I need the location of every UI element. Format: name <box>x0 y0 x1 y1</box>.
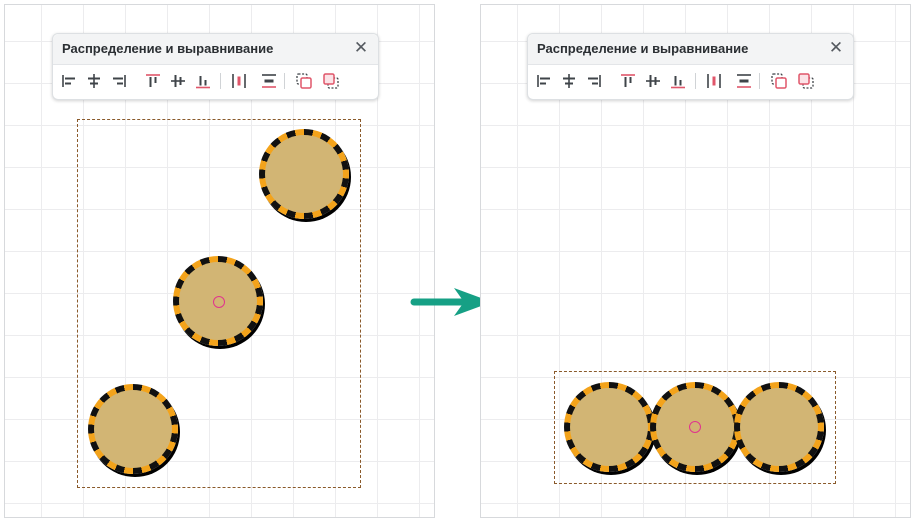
distribute-horizontal-button[interactable] <box>703 70 725 92</box>
distribute-horizontal-icon <box>228 70 250 92</box>
align-bottom-icon <box>667 70 689 92</box>
distribute-horizontal-button[interactable] <box>228 70 250 92</box>
panel-header: Распределение и выравнивание ✕ <box>528 34 853 65</box>
align-toolbar <box>58 70 378 92</box>
center-marker <box>689 421 701 433</box>
align-left-button[interactable] <box>533 70 555 92</box>
align-center-horizontal-button[interactable] <box>83 70 105 92</box>
align-bottom-icon <box>192 70 214 92</box>
align-center-horizontal-button[interactable] <box>558 70 580 92</box>
bring-forward-button[interactable] <box>768 70 790 92</box>
close-icon[interactable]: ✕ <box>827 39 845 57</box>
toolbar-separator <box>220 73 221 89</box>
align-left-icon <box>58 70 80 92</box>
align-toolbar <box>533 70 853 92</box>
align-middle-vertical-button[interactable] <box>167 70 189 92</box>
canvas-after[interactable]: Распределение и выравнивание ✕ <box>480 4 911 518</box>
panel-header: Распределение и выравнивание ✕ <box>53 34 378 65</box>
align-bottom-button[interactable] <box>192 70 214 92</box>
center-marker <box>213 296 225 308</box>
align-right-icon <box>108 70 130 92</box>
align-top-button[interactable] <box>617 70 639 92</box>
align-left-icon <box>533 70 555 92</box>
send-backward-icon <box>795 70 817 92</box>
align-distribute-panel: Распределение и выравнивание ✕ <box>52 33 379 100</box>
align-right-button[interactable] <box>108 70 130 92</box>
distribute-vertical-icon <box>258 70 280 92</box>
bring-forward-button[interactable] <box>293 70 315 92</box>
align-center-horizontal-icon <box>558 70 580 92</box>
circle-shape[interactable] <box>564 382 654 472</box>
circle-shape[interactable] <box>88 384 178 474</box>
close-icon[interactable]: ✕ <box>352 39 370 57</box>
align-middle-vertical-button[interactable] <box>642 70 664 92</box>
panel-title: Распределение и выравнивание <box>62 41 274 56</box>
toolbar-separator <box>284 73 285 89</box>
align-right-button[interactable] <box>583 70 605 92</box>
align-top-icon <box>617 70 639 92</box>
distribute-horizontal-icon <box>703 70 725 92</box>
bring-forward-icon <box>768 70 790 92</box>
circle-shape[interactable] <box>259 129 349 219</box>
align-distribute-panel: Распределение и выравнивание ✕ <box>527 33 854 100</box>
send-backward-icon <box>320 70 342 92</box>
align-top-button[interactable] <box>142 70 164 92</box>
align-center-horizontal-icon <box>83 70 105 92</box>
distribute-vertical-icon <box>733 70 755 92</box>
canvas-before[interactable]: Распределение и выравнивание ✕ <box>4 4 435 518</box>
circle-shape[interactable] <box>734 382 824 472</box>
panel-title: Распределение и выравнивание <box>537 41 749 56</box>
align-bottom-button[interactable] <box>667 70 689 92</box>
align-top-icon <box>142 70 164 92</box>
send-backward-button[interactable] <box>795 70 817 92</box>
send-backward-button[interactable] <box>320 70 342 92</box>
toolbar-separator <box>759 73 760 89</box>
distribute-vertical-button[interactable] <box>258 70 280 92</box>
align-left-button[interactable] <box>58 70 80 92</box>
toolbar-separator <box>695 73 696 89</box>
align-middle-vertical-icon <box>642 70 664 92</box>
align-right-icon <box>583 70 605 92</box>
align-middle-vertical-icon <box>167 70 189 92</box>
bring-forward-icon <box>293 70 315 92</box>
distribute-vertical-button[interactable] <box>733 70 755 92</box>
